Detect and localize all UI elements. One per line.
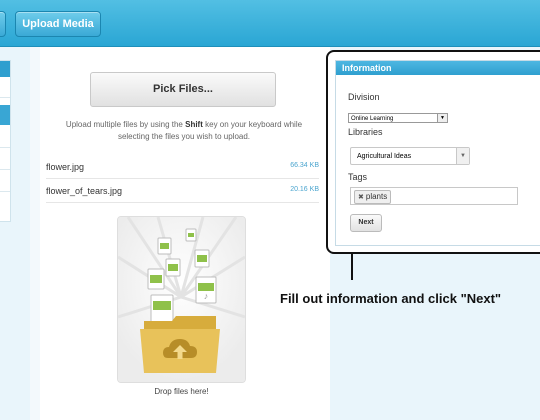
upload-hint: Upload multiple files by using the Shift… bbox=[52, 119, 316, 143]
chevron-down-icon: ▼ bbox=[456, 148, 469, 164]
hint-key: Shift bbox=[185, 120, 203, 129]
top-toolbar: Upload Media bbox=[0, 0, 540, 47]
tag-text: plants bbox=[365, 192, 388, 201]
libraries-value: Agricultural Ideas bbox=[357, 153, 412, 160]
file-icon bbox=[150, 294, 174, 324]
sidebar-divider bbox=[0, 191, 10, 192]
division-label: Division bbox=[348, 92, 380, 102]
upload-media-button[interactable]: Upload Media bbox=[15, 11, 101, 37]
sidebar-header bbox=[0, 61, 10, 77]
drop-zone[interactable]: ♪ bbox=[117, 216, 246, 383]
callout-frame: Information Division Online Learning ▼ L… bbox=[326, 50, 540, 254]
sidebar-divider bbox=[0, 97, 10, 98]
annotation-text: Fill out information and click "Next" bbox=[280, 291, 502, 306]
chevron-down-icon: ▼ bbox=[437, 114, 447, 122]
next-button[interactable]: Next bbox=[350, 214, 382, 232]
tags-input[interactable]: ✖ plants bbox=[350, 187, 518, 205]
toolbar-button-partial[interactable] bbox=[0, 11, 6, 37]
file-icon: ♪ bbox=[195, 276, 217, 304]
sidebar-divider bbox=[0, 169, 10, 170]
file-row: flower_of_tears.jpg 20.16 KB bbox=[46, 182, 319, 203]
pick-files-button[interactable]: Pick Files... bbox=[90, 72, 276, 107]
division-select[interactable]: Online Learning ▼ bbox=[348, 113, 448, 123]
file-icon bbox=[165, 258, 181, 277]
file-icon bbox=[157, 237, 172, 255]
drop-zone-label: Drop files here! bbox=[154, 387, 209, 396]
callout-pointer bbox=[351, 252, 353, 280]
tag-chip: ✖ plants bbox=[354, 190, 392, 204]
libraries-select[interactable]: Agricultural Ideas ▼ bbox=[350, 147, 470, 165]
svg-text:♪: ♪ bbox=[204, 291, 209, 301]
file-size: 66.34 KB bbox=[290, 162, 319, 169]
tags-label: Tags bbox=[348, 172, 368, 182]
information-title: Information bbox=[336, 61, 540, 75]
file-name: flower_of_tears.jpg bbox=[46, 186, 123, 196]
panel-gutter bbox=[30, 47, 40, 420]
hint-text-1: Upload multiple files by using the bbox=[65, 120, 186, 129]
division-value: Online Learning bbox=[351, 116, 394, 122]
file-name: flower.jpg bbox=[46, 162, 85, 172]
sidebar-menu bbox=[0, 60, 11, 222]
file-icon bbox=[194, 249, 210, 268]
file-icon bbox=[185, 228, 197, 242]
file-icon bbox=[147, 268, 165, 290]
remove-tag-icon[interactable]: ✖ bbox=[358, 194, 364, 201]
folder-icon bbox=[140, 316, 220, 373]
upload-panel: Pick Files... Upload multiple files by u… bbox=[40, 47, 330, 420]
file-size: 20.16 KB bbox=[290, 186, 319, 193]
information-panel: Information Division Online Learning ▼ L… bbox=[335, 60, 540, 246]
file-row: flower.jpg 66.34 KB bbox=[46, 158, 319, 179]
sidebar-divider bbox=[0, 147, 10, 148]
libraries-label: Libraries bbox=[348, 127, 383, 137]
sidebar-item-selected[interactable] bbox=[0, 105, 10, 125]
folder-files-illustration: ♪ bbox=[118, 217, 245, 382]
